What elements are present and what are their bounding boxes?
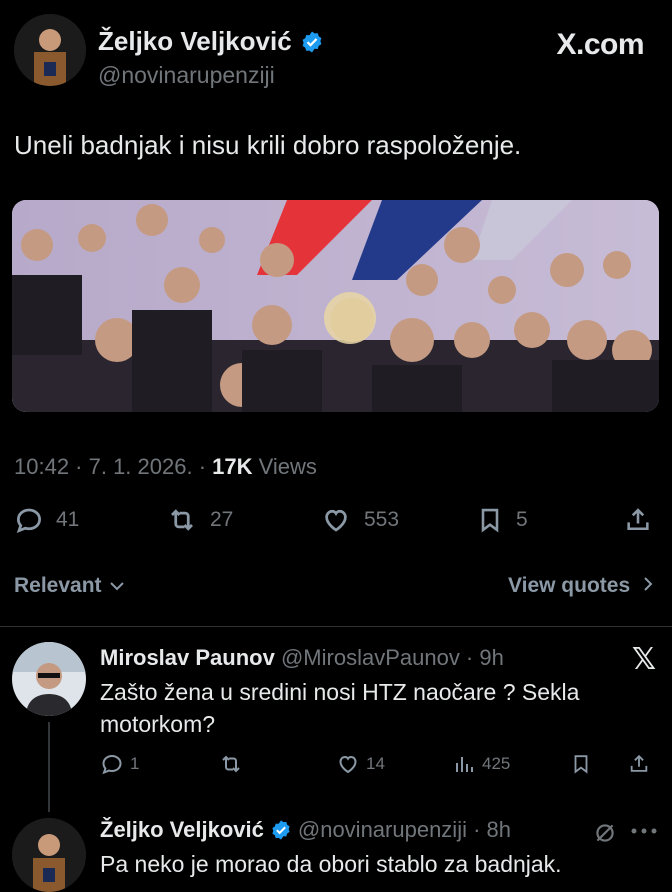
- reply-author-handle[interactable]: @novinarupenziji · 8h: [298, 817, 511, 843]
- reply-like-count: 14: [366, 754, 385, 773]
- author-name-text[interactable]: Željko Veljković: [98, 26, 292, 57]
- reply-repost-button[interactable]: [218, 752, 244, 776]
- tweet-timestamp[interactable]: 10:42 · 7. 1. 2026. ·: [14, 454, 212, 479]
- reply-author-name[interactable]: Miroslav Paunov: [100, 645, 275, 670]
- more-icon[interactable]: [630, 826, 658, 836]
- like-button[interactable]: 553: [320, 505, 399, 535]
- reply-count: 41: [56, 508, 80, 531]
- site-logo: X.com: [556, 28, 644, 61]
- divider: [0, 626, 672, 627]
- share-button[interactable]: [624, 505, 652, 535]
- bookmark-button[interactable]: 5: [476, 505, 528, 535]
- bookmark-icon: [481, 508, 499, 533]
- reply-header: Miroslav Paunov @MiroslavPaunov · 9h: [100, 645, 504, 671]
- verified-badge-icon: [272, 820, 290, 840]
- reply-icon: [102, 754, 122, 775]
- tweet-action-bar: 41 27 553 5: [14, 505, 660, 539]
- reply-author-name[interactable]: Željko Veljković: [100, 817, 264, 843]
- bookmark-icon: [574, 755, 588, 774]
- reply-text: Pa neko je morao da obori stablo za badn…: [100, 851, 562, 877]
- thread-line: [48, 722, 50, 812]
- view-quotes-label: View quotes: [508, 574, 631, 597]
- reply-icon: [16, 508, 42, 533]
- heart-icon: [339, 755, 357, 774]
- repost-icon: [222, 755, 240, 773]
- tweet-text: Uneli badnjak i nisu krili dobro raspolo…: [14, 130, 522, 160]
- reply-share-button[interactable]: [628, 752, 650, 776]
- reply-views-button[interactable]: 425: [452, 752, 510, 776]
- reply-text: Zašto žena u sredini nosi HTZ naočare ? …: [100, 676, 640, 740]
- reply-reply-count: 1: [130, 754, 140, 773]
- repost-count: 27: [210, 508, 234, 531]
- reply-avatar[interactable]: [12, 818, 86, 892]
- reply-bookmark-button[interactable]: [570, 752, 592, 776]
- replies-sort-row: Relevant View quotes: [14, 574, 660, 602]
- sort-label: Relevant: [14, 574, 102, 597]
- author-avatar[interactable]: [14, 14, 86, 86]
- heart-icon: [325, 509, 347, 532]
- author-handle[interactable]: @novinarupenziji: [98, 62, 275, 89]
- reply-avatar[interactable]: [12, 642, 86, 716]
- tweet-header: Željko Veljković @novinarupenziji X.com: [14, 12, 658, 92]
- grok-icon[interactable]: [592, 820, 618, 846]
- reply-button[interactable]: 41: [14, 505, 79, 535]
- x-logo-icon: 𝕏: [631, 643, 656, 676]
- reply-action-bar: 1 14 425: [100, 752, 648, 780]
- views-count: 17K: [212, 454, 253, 479]
- analytics-icon: [456, 757, 473, 772]
- views-label: Views: [252, 454, 317, 479]
- reply-text-line: Zašto žena u sredini nosi HTZ naočare ? …: [100, 679, 580, 705]
- chevron-down-icon: [110, 582, 125, 591]
- author-name[interactable]: Željko Veljković: [98, 26, 324, 57]
- verified-badge-icon: [302, 31, 322, 52]
- repost-button[interactable]: 27: [166, 505, 233, 535]
- share-icon: [630, 754, 648, 772]
- reply-author-handle[interactable]: @MiroslavPaunov · 9h: [281, 645, 504, 670]
- sort-dropdown[interactable]: Relevant: [14, 574, 125, 598]
- like-count: 553: [364, 508, 400, 531]
- tweet-photo[interactable]: [12, 200, 659, 412]
- chevron-right-icon: [644, 577, 653, 591]
- tweet-meta: 10:42 · 7. 1. 2026. · 17K Views: [14, 454, 317, 480]
- reply-reply-button[interactable]: 1: [100, 752, 139, 776]
- reply-text-line: motorkom?: [100, 711, 216, 737]
- share-icon: [627, 508, 649, 531]
- reply-views-count: 425: [482, 754, 511, 773]
- reply-like-button[interactable]: 14: [336, 752, 385, 776]
- repost-icon: [171, 509, 193, 531]
- reply-header: Željko Veljković @novinarupenziji · 8h: [100, 817, 511, 843]
- bookmark-count: 5: [516, 508, 528, 531]
- view-quotes-link[interactable]: View quotes: [508, 574, 654, 598]
